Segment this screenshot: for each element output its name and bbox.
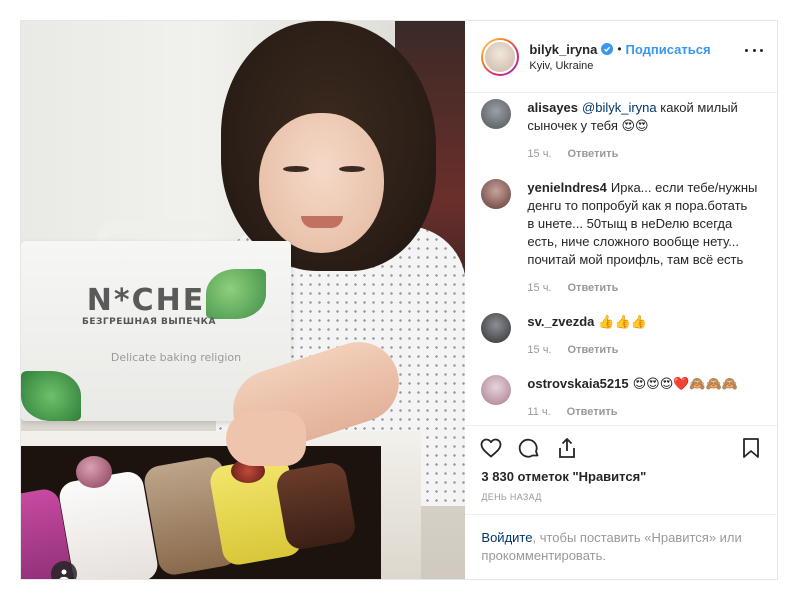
comment-text: 👍👍👍 <box>598 314 647 329</box>
author-info: bilyk_iryna • Подписаться Kyiv, Ukraine <box>529 42 710 72</box>
photo-box-leaf-print <box>206 269 266 319</box>
comment-content: sv._zvezda 👍👍👍 15 ч. Ответить <box>527 313 757 375</box>
instagram-post: N*CHE БЕЗГРЕШНАЯ ВЫПЕЧКА Delicate baking… <box>20 20 778 580</box>
comment-text: 😍😍😍❤️🙈🙈🙈 <box>632 376 738 391</box>
verified-badge-icon <box>601 43 614 55</box>
photo-child-eye-right <box>339 166 365 172</box>
photo-box-leaf-print <box>21 371 81 421</box>
comment-content: ostrovskaia5215 😍😍😍❤️🙈🙈🙈 11 ч. Ответить <box>527 375 757 425</box>
login-prompt: Войдите, чтобы поставить «Нравится» или … <box>465 514 777 579</box>
comment-username[interactable]: yenielndres4 <box>527 180 607 195</box>
comment-mention[interactable]: @bilyk_iryna <box>582 100 657 115</box>
comment-avatar[interactable] <box>481 99 512 129</box>
comment-content: yenielndres4 Ирка... если тебе/нужны денг… <box>527 179 757 313</box>
author-line: bilyk_iryna • Подписаться <box>529 42 710 57</box>
comment-item: ostrovskaia5215 😍😍😍❤️🙈🙈🙈 11 ч. Ответить <box>481 375 761 425</box>
comments-list[interactable]: alisayes @bilyk_iryna какой милый сыночек… <box>465 93 777 425</box>
comment-avatar[interactable] <box>481 375 512 405</box>
comment-meta: 15 ч. Ответить <box>527 145 757 163</box>
comment-meta: 15 ч. Ответить <box>527 341 757 359</box>
author-avatar[interactable] <box>481 37 520 76</box>
comment-time[interactable]: 11 ч. <box>527 403 550 421</box>
reply-button[interactable]: Ответить <box>568 279 619 297</box>
reply-button[interactable]: Ответить <box>568 341 619 359</box>
comment-meta: 11 ч. Ответить <box>527 403 757 421</box>
photo-child-eye-left <box>283 166 309 172</box>
photo-child-hand <box>226 411 306 466</box>
comment-time[interactable]: 15 ч. <box>527 279 551 297</box>
more-options-icon[interactable] <box>745 49 763 53</box>
author-username[interactable]: bilyk_iryna <box>529 42 597 57</box>
author-avatar-image <box>483 39 518 74</box>
photo-child-face <box>259 113 384 253</box>
photo-box-brand-name: N*CHE <box>86 283 206 318</box>
post-location[interactable]: Kyiv, Ukraine <box>529 60 710 72</box>
likes-count[interactable]: 3 830 отметок "Нравится" <box>465 469 777 484</box>
comment-username[interactable]: sv._zvezda <box>527 314 594 329</box>
comment-time[interactable]: 15 ч. <box>527 341 551 359</box>
comment-username[interactable]: ostrovskaia5215 <box>527 376 628 391</box>
header-separator: • <box>617 42 622 56</box>
reply-button[interactable]: Ответить <box>568 145 619 163</box>
photo-box-brand-subtitle: БЕЗГРЕШНАЯ ВЫПЕЧКА <box>81 317 217 327</box>
post-header: bilyk_iryna • Подписаться Kyiv, Ukraine <box>465 21 777 93</box>
comment-meta: 15 ч. Ответить <box>527 279 757 297</box>
comment-time[interactable]: 15 ч. <box>527 145 551 163</box>
heart-icon[interactable] <box>479 436 503 460</box>
photo-eclair-topping <box>76 456 112 488</box>
photo-eclair <box>274 460 358 552</box>
comment-avatar[interactable] <box>481 313 512 343</box>
photo-child-mouth <box>301 216 343 228</box>
comment-icon[interactable] <box>517 436 541 460</box>
comment-username[interactable]: alisayes <box>527 100 578 115</box>
follow-button[interactable]: Подписаться <box>626 42 711 57</box>
comment-item: alisayes @bilyk_iryna какой милый сыночек… <box>481 99 761 179</box>
post-photo[interactable]: N*CHE БЕЗГРЕШНАЯ ВЫПЕЧКА Delicate baking… <box>21 21 466 579</box>
post-timestamp[interactable]: ДЕНЬ НАЗАД <box>465 484 777 514</box>
reply-button[interactable]: Ответить <box>567 403 618 421</box>
comment-item: yenielndres4 Ирка... если тебе/нужны денг… <box>481 179 761 313</box>
comment-item: sv._zvezda 👍👍👍 15 ч. Ответить <box>481 313 761 375</box>
post-actions <box>465 425 777 469</box>
comment-content: alisayes @bilyk_iryna какой милый сыночек… <box>527 99 757 179</box>
post-sidebar: bilyk_iryna • Подписаться Kyiv, Ukraine <box>465 21 777 579</box>
comment-avatar[interactable] <box>481 179 512 209</box>
bookmark-icon[interactable] <box>739 436 763 460</box>
photo-box-brand-tagline: Delicate baking religion <box>110 351 242 364</box>
share-icon[interactable] <box>555 436 579 460</box>
login-link[interactable]: Войдите <box>481 530 532 545</box>
